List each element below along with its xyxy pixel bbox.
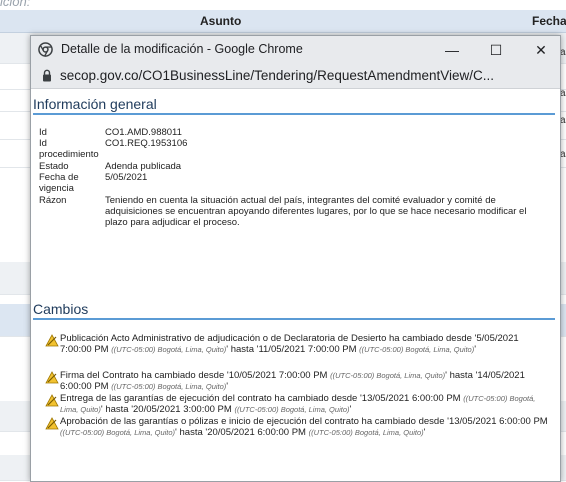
change-from-date: 13/05/2021 6:00:00 PM	[448, 416, 548, 427]
url-text[interactable]: secop.gov.co/CO1BusinessLine/Tendering/R…	[60, 68, 494, 83]
field-label-effective-date: Fecha de vigencia	[39, 172, 79, 194]
change-from-date: 10/05/2021 7:00:00 PM	[228, 370, 328, 381]
field-value-id: CO1.AMD.988011	[105, 127, 182, 138]
change-to-date: 11/05/2021 7:00:00 PM	[258, 344, 357, 355]
modification-detail-window: Detalle de la modificación - Google Chro…	[30, 35, 561, 482]
background-top-text: ición:	[0, 0, 31, 9]
maximize-button[interactable]: ☐	[477, 36, 515, 64]
field-value-procedure-id: CO1.REQ.1953106	[105, 138, 188, 149]
timezone-label: (UTC-05:00) Bogotá, Lima, Quito	[332, 371, 443, 380]
field-value-effective-date: 5/05/2021	[105, 172, 148, 183]
warning-icon	[45, 371, 59, 384]
scrollbar[interactable]	[555, 89, 560, 481]
change-description: Aprobación de las garantías o pólizas e …	[60, 416, 449, 427]
field-label-status: Estado	[39, 161, 69, 172]
column-header-fecha[interactable]: Fecha	[532, 14, 566, 28]
window-title: Detalle de la modificación - Google Chro…	[61, 42, 303, 56]
section-heading-changes: Cambios	[33, 301, 557, 320]
timezone-label: (UTC-05:00) Bogotá, Lima, Quito	[361, 345, 472, 354]
change-connector: ' hasta '	[175, 427, 208, 438]
column-header-asunto[interactable]: Asunto	[200, 14, 241, 28]
change-from-date: 13/05/2021 6:00:00 PM	[361, 393, 461, 404]
field-label-procedure-id: Id procedimiento	[39, 138, 99, 160]
timezone-label: (UTC-05:00) Bogotá, Lima, Quito	[113, 345, 224, 354]
change-text: Entrega de las garantías de ejecución de…	[60, 393, 536, 415]
warning-icon	[45, 417, 59, 430]
field-label-id: Id	[39, 127, 47, 138]
timezone-label: (UTC-05:00) Bogotá, Lima, Quito	[113, 382, 224, 391]
field-label-reason: Rázon	[39, 195, 67, 206]
field-value-status: Adenda publicada	[105, 161, 182, 172]
close-button[interactable]: ✕	[522, 36, 560, 64]
change-connector: ' hasta '	[226, 344, 259, 355]
change-connector: ' hasta '	[445, 370, 478, 381]
warning-icon	[45, 334, 59, 347]
change-text: Firma del Contrato ha cambiado desde '10…	[60, 370, 525, 392]
timezone-label: (UTC-05:00) Bogotá, Lima, Quito	[236, 405, 347, 414]
change-text: Aprobación de las garantías o pólizas e …	[60, 416, 548, 438]
timezone-label: (UTC-05:00) Bogotá, Lima, Quito	[62, 428, 173, 437]
lock-icon[interactable]	[42, 69, 52, 82]
timezone-label: (UTC-05:00) Bogotá, Lima, Quito	[311, 428, 422, 437]
change-description: Publicación Acto Administrativo de adjud…	[60, 333, 477, 344]
field-value-reason: Teniendo en cuenta la situación actual d…	[105, 195, 527, 228]
chrome-icon	[38, 42, 53, 57]
warning-icon	[45, 394, 59, 407]
background-table-header: Asunto Fecha	[0, 10, 566, 33]
minimize-button[interactable]: —	[433, 36, 471, 64]
change-description: Entrega de las garantías de ejecución de…	[60, 393, 362, 404]
change-text: Publicación Acto Administrativo de adjud…	[60, 333, 519, 355]
window-titlebar[interactable]: Detalle de la modificación - Google Chro…	[31, 36, 560, 64]
page-content: Información general Id CO1.AMD.988011 Id…	[31, 89, 560, 481]
change-to-date: 20/05/2021 3:00:00 PM	[133, 404, 232, 415]
change-description: Firma del Contrato ha cambiado desde '	[60, 370, 229, 381]
change-to-date: 20/05/2021 6:00:00 PM	[207, 427, 306, 438]
section-heading-info: Información general	[33, 96, 557, 115]
address-bar[interactable]: secop.gov.co/CO1BusinessLine/Tendering/R…	[31, 64, 560, 89]
change-connector: ' hasta '	[100, 404, 134, 415]
